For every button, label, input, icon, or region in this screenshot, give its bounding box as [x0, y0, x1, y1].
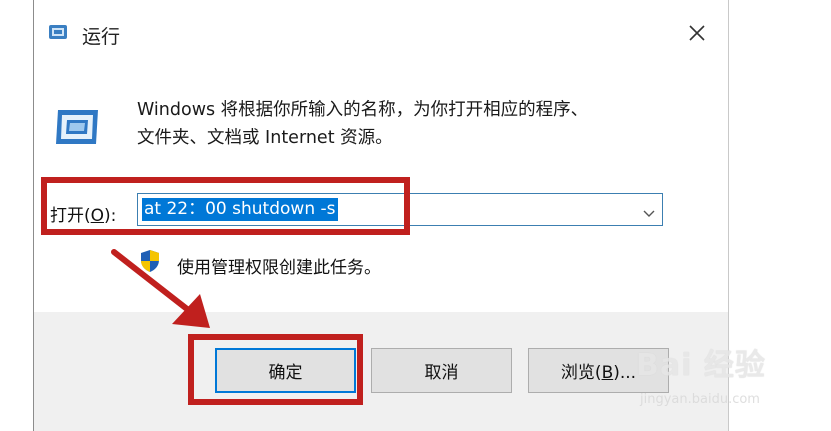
description: Windows 将根据你所输入的名称，为你打开相应的程序、 文件夹、文档或 In… [137, 96, 697, 152]
cancel-label: 取消 [424, 363, 459, 383]
chevron-down-icon[interactable] [642, 204, 656, 217]
uac-shield-icon [139, 249, 161, 273]
run-dialog: 运行 Windows 将根据你所输入的名称，为你打开相应的程序、 文件夹、文档或… [33, 0, 729, 431]
run-icon [48, 24, 68, 40]
open-combobox[interactable]: at 22：00 shutdown -s [137, 193, 663, 226]
watermark-url: jingyan.baidu.com [640, 392, 760, 407]
ok-button[interactable]: 确定 [215, 348, 356, 393]
button-bar: 确定 取消 浏览(B)... [34, 312, 728, 431]
dialog-body: Windows 将根据你所输入的名称，为你打开相应的程序、 文件夹、文档或 In… [34, 62, 728, 312]
close-icon[interactable] [682, 18, 712, 48]
run-large-icon [52, 106, 104, 148]
admin-note: 使用管理权限创建此任务。 [177, 258, 381, 278]
cancel-button[interactable]: 取消 [371, 348, 512, 393]
ok-label: 确定 [268, 363, 303, 383]
description-line: Windows 将根据你所输入的名称，为你打开相应的程序、 [137, 100, 589, 120]
command-input[interactable]: at 22：00 shutdown -s [142, 198, 338, 221]
description-line: 文件夹、文档或 Internet 资源。 [137, 128, 393, 148]
browse-label: 浏览(B)... [560, 363, 637, 383]
open-label: 打开(O): [50, 206, 117, 226]
watermark-logo: Bai 经验 [636, 348, 766, 383]
window-title: 运行 [82, 26, 121, 48]
baidu-watermark: Bai 经验 jingyan.baidu.com [636, 340, 816, 415]
title-bar: 运行 [34, 0, 728, 62]
